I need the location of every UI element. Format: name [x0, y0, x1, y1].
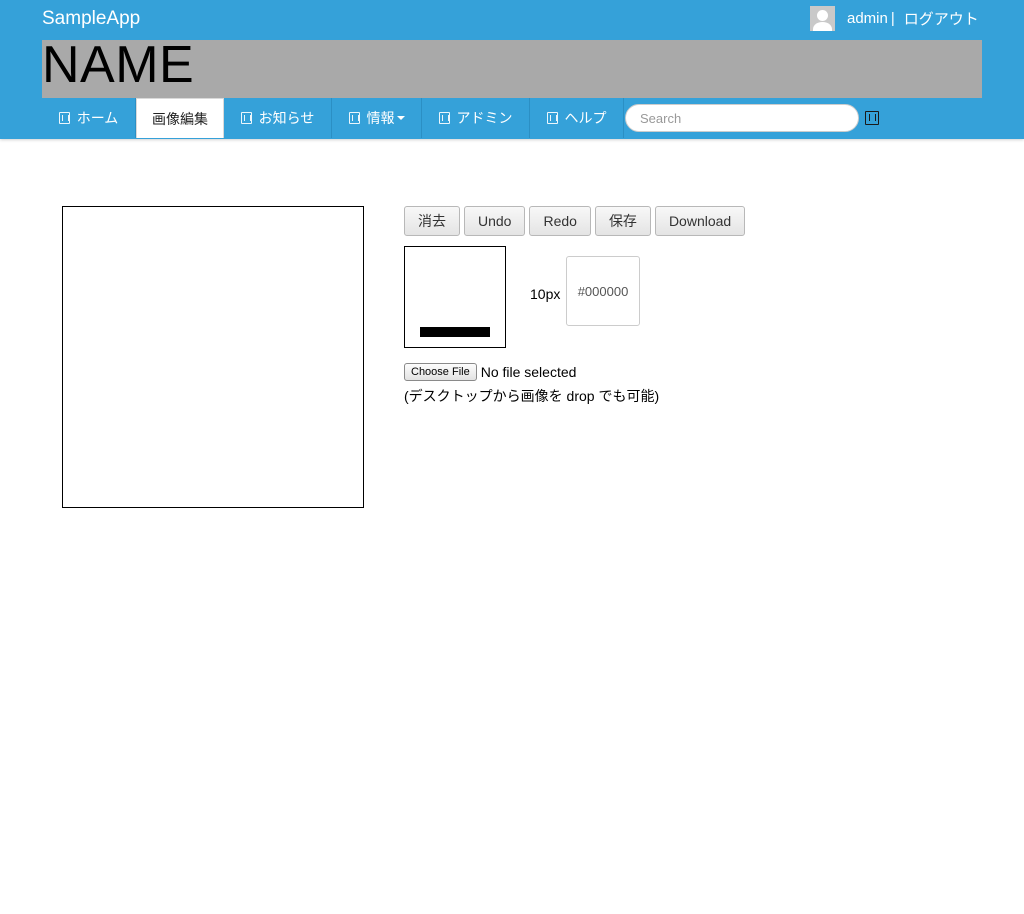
page-banner: NAME	[42, 36, 982, 98]
clear-button[interactable]: 消去	[404, 206, 460, 236]
nav-item-label: 画像編集	[152, 110, 208, 127]
download-button[interactable]: Download	[654, 206, 746, 236]
editor-toolbar: 消去 Undo Redo 保存 Download	[404, 206, 746, 236]
user-name[interactable]: admin	[847, 10, 888, 27]
nav-item-help[interactable]: ヘルプ	[530, 98, 624, 138]
app-header: SampleApp admin | ログアウト NAME ホーム 画像編集 お知…	[0, 0, 1024, 139]
save-button[interactable]: 保存	[594, 206, 651, 236]
nav-item-label: 情報	[366, 110, 395, 126]
avatar-icon[interactable]	[810, 5, 835, 31]
nav-item-label: ヘルプ	[564, 110, 607, 126]
nav-item-image-edit[interactable]: 画像編集	[136, 98, 224, 138]
glyph-icon	[240, 112, 252, 124]
drop-hint: (デスクトップから画像を drop でも可能)	[404, 388, 660, 404]
nav-item-news[interactable]: お知らせ	[224, 98, 332, 138]
brand-logo[interactable]: SampleApp	[42, 8, 140, 30]
separator: |	[890, 9, 895, 27]
main-nav: ホーム 画像編集 お知らせ 情報 アドミン ヘルプ	[42, 98, 624, 138]
nav-item-label: お知らせ	[258, 110, 315, 126]
brush-preview[interactable]	[404, 246, 506, 348]
glyph-icon	[546, 112, 558, 124]
nav-item-label: アドミン	[456, 110, 513, 126]
nav-item-home[interactable]: ホーム	[42, 98, 136, 138]
brush-size-label: 10px	[530, 286, 561, 302]
undo-button[interactable]: Undo	[464, 206, 526, 236]
glyph-icon	[58, 112, 70, 124]
file-status: No file selected	[480, 364, 577, 380]
redo-button[interactable]: Redo	[529, 206, 591, 236]
page-title: NAME	[42, 36, 195, 94]
search-input[interactable]	[625, 104, 859, 132]
logout-link[interactable]: ログアウト	[904, 8, 979, 29]
brush-stroke-sample	[420, 327, 490, 337]
file-upload: Choose File No file selected	[404, 363, 576, 381]
nav-item-admin[interactable]: アドミン	[422, 98, 530, 138]
choose-file-button[interactable]: Choose File	[404, 363, 477, 381]
nav-item-label: ホーム	[76, 110, 119, 126]
glyph-icon	[438, 112, 450, 124]
glyph-icon	[348, 112, 360, 124]
nav-item-info[interactable]: 情報	[332, 98, 422, 138]
drawing-canvas[interactable]	[62, 206, 364, 508]
color-field[interactable]	[566, 256, 640, 326]
caret-down-icon	[396, 116, 405, 120]
user-menu: admin | ログアウト	[810, 5, 979, 31]
search-icon[interactable]	[865, 111, 879, 125]
